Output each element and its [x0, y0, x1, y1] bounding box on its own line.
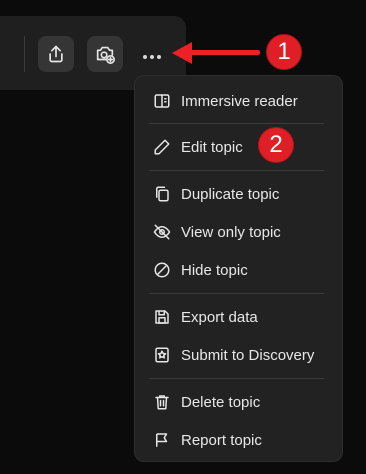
menu-item-immersive-reader[interactable]: Immersive reader	[135, 84, 342, 118]
camera-add-icon	[96, 46, 115, 64]
menu-separator	[149, 293, 324, 294]
menu-item-export-data[interactable]: Export data	[135, 300, 342, 334]
menu-item-submit-to-discovery[interactable]: Submit to Discovery	[135, 338, 342, 372]
menu-item-label: Hide topic	[181, 261, 248, 279]
eye-off-icon	[153, 223, 171, 241]
save-icon	[153, 308, 171, 326]
more-dot	[157, 55, 161, 59]
menu-item-edit-topic[interactable]: Edit topic	[135, 130, 342, 164]
menu-item-label: Edit topic	[181, 138, 243, 156]
options-menu: Immersive reader Edit topic Duplicate to…	[134, 75, 343, 462]
pencil-icon	[153, 138, 171, 156]
menu-item-duplicate-topic[interactable]: Duplicate topic	[135, 177, 342, 211]
menu-item-delete-topic[interactable]: Delete topic	[135, 385, 342, 419]
menu-separator	[149, 123, 324, 124]
add-image-button[interactable]	[87, 36, 123, 72]
more-dots-icon	[143, 55, 147, 59]
annotation-badge-2: 2	[259, 128, 293, 162]
star-frame-icon	[153, 346, 171, 364]
trash-icon	[153, 393, 171, 411]
menu-separator	[149, 170, 324, 171]
toolbar-divider	[24, 36, 25, 72]
menu-item-label: Duplicate topic	[181, 185, 280, 203]
menu-item-view-only-topic[interactable]: View only topic	[135, 215, 342, 249]
menu-separator	[149, 378, 324, 379]
annotation-badge-1: 1	[267, 35, 301, 69]
menu-item-label: Submit to Discovery	[181, 346, 315, 364]
menu-item-label: Delete topic	[181, 393, 261, 411]
flag-icon	[153, 431, 171, 449]
menu-item-label: Report topic	[181, 431, 262, 449]
share-icon	[49, 45, 63, 63]
hide-circle-icon	[153, 261, 171, 279]
more-dot	[150, 55, 154, 59]
menu-item-hide-topic[interactable]: Hide topic	[135, 253, 342, 287]
menu-item-label: Export data	[181, 308, 258, 326]
book-reader-icon	[153, 92, 171, 110]
screen: 1 Immersive reader Edit topic Duplicate …	[0, 0, 366, 474]
menu-item-label: Immersive reader	[181, 92, 298, 110]
more-options-button[interactable]	[140, 52, 164, 62]
annotation-arrow-line	[188, 50, 260, 55]
menu-item-label: View only topic	[181, 223, 281, 241]
menu-item-report-topic[interactable]: Report topic	[135, 423, 342, 457]
share-button[interactable]	[38, 36, 74, 72]
duplicate-icon	[153, 185, 171, 203]
